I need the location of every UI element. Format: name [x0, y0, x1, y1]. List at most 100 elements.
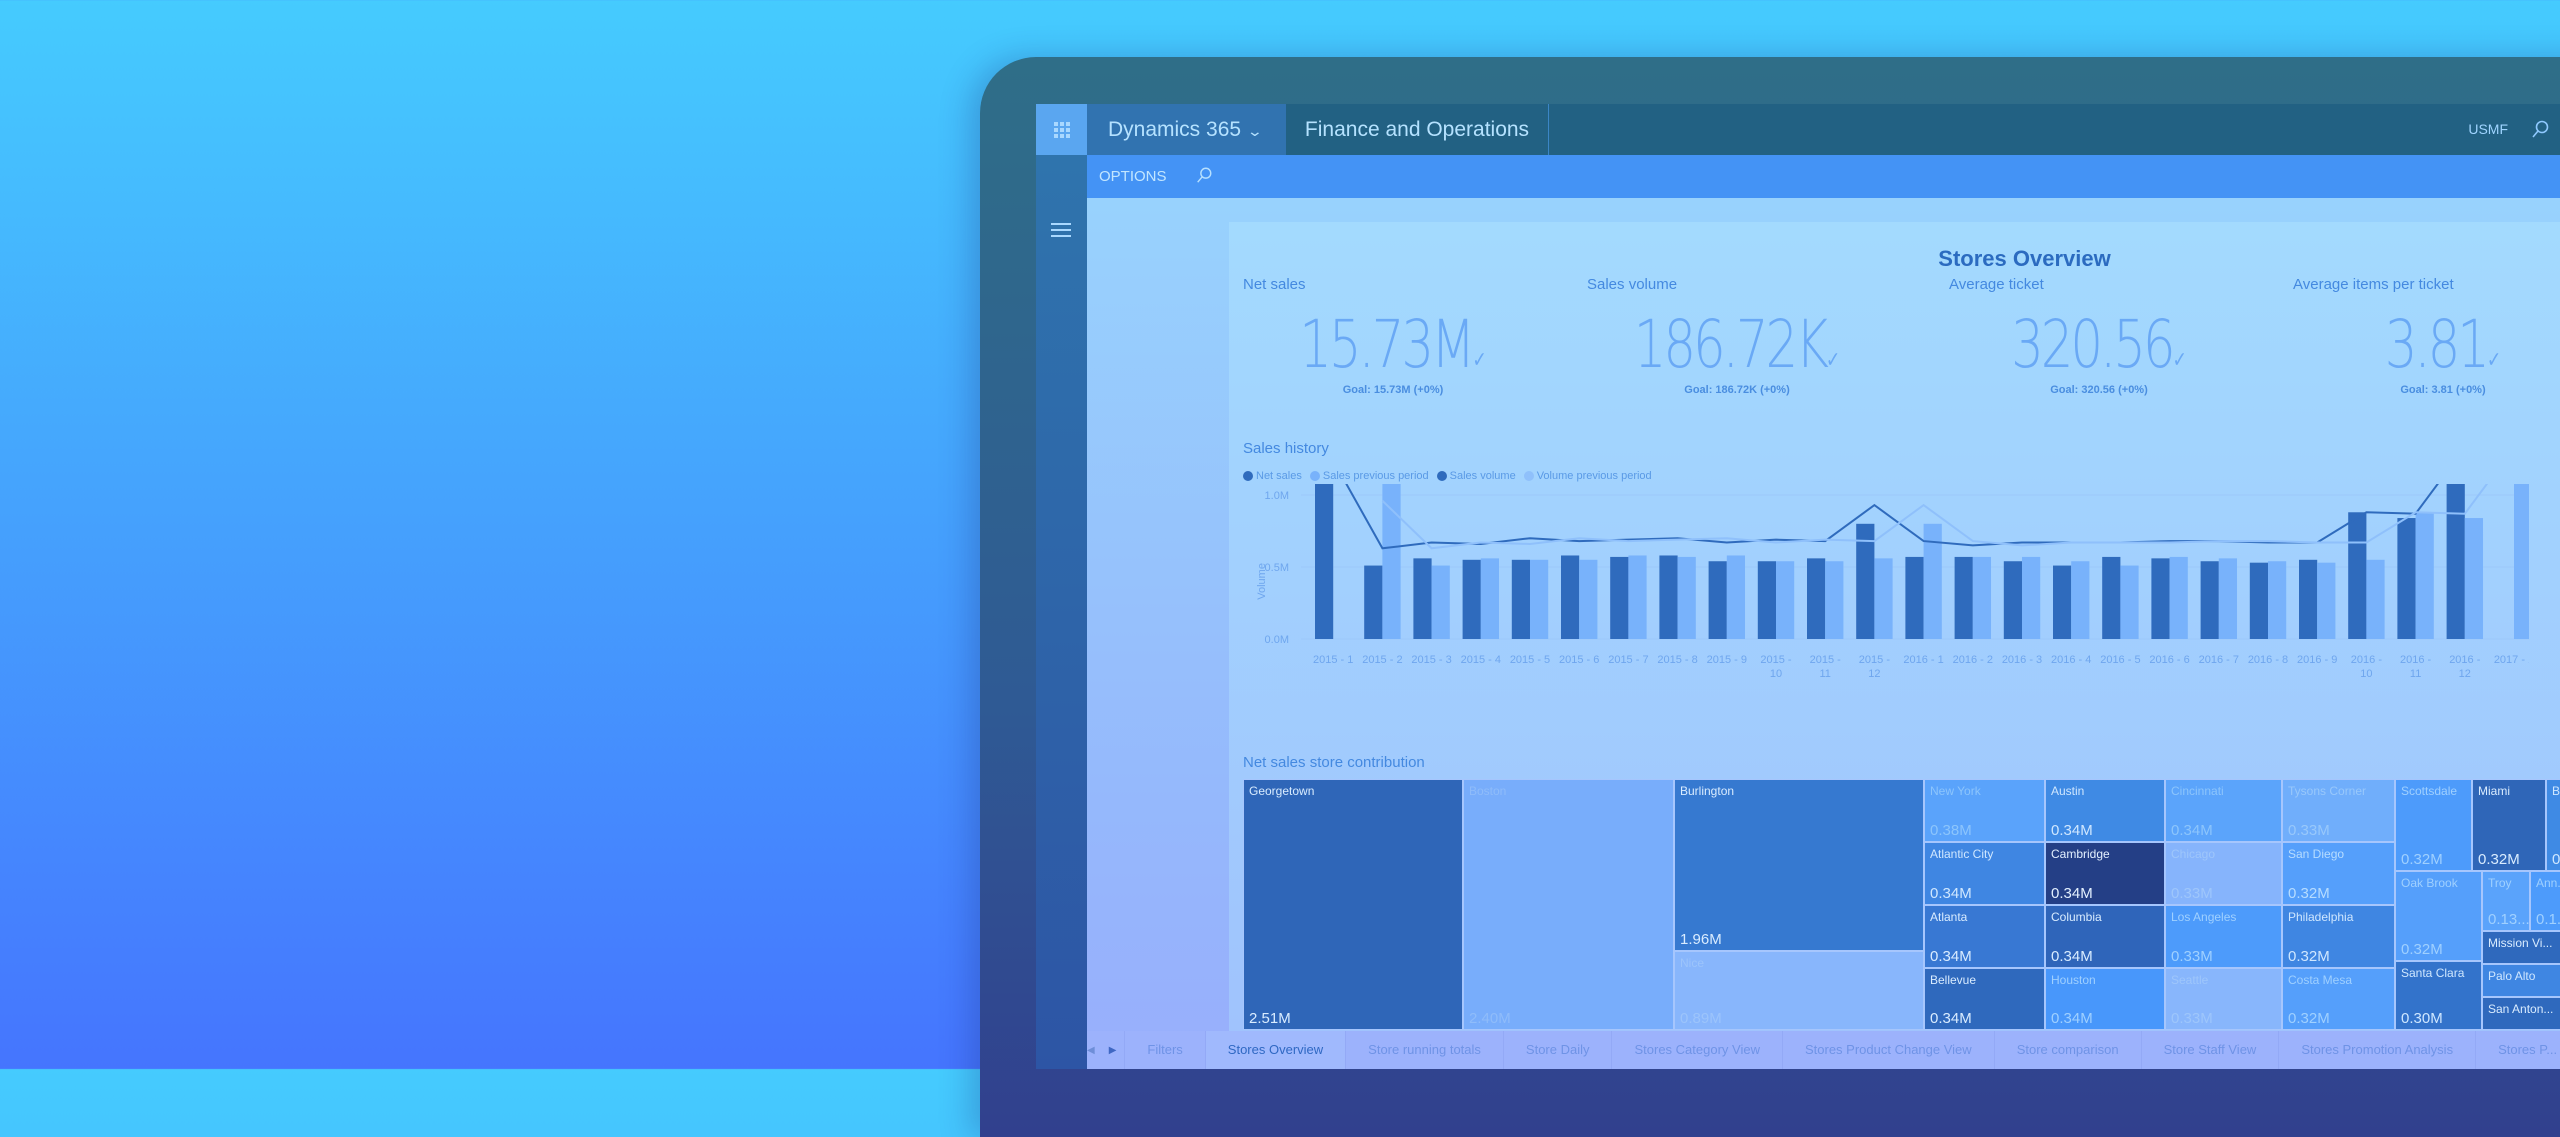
x-tick-label: 2016 - 7 — [2199, 654, 2239, 666]
x-tick-label: 2015 - 3 — [1411, 654, 1451, 666]
legend-dot-icon — [1436, 471, 1447, 481]
chart-legend: Net sales Sales previous period Sales volu… — [1243, 470, 1652, 482]
tab-scroll-arrows[interactable]: ◀ ▶ — [1087, 1045, 1124, 1056]
treemap-cell[interactable]: Columbia 0.34M — [2045, 905, 2165, 968]
store-net-sales: 0.33M — [2171, 885, 2213, 902]
treemap-cell[interactable]: Mission Vi... — [2482, 931, 2560, 964]
kpi-average-items-per-ticket[interactable]: Average items per ticket 3.81✓ Goal: 3.8… — [2293, 276, 2560, 396]
report-page-tab[interactable]: Stores Promotion Analysis — [2278, 1031, 2475, 1069]
store-net-sales: 0.34M — [2051, 822, 2093, 839]
kpi-value: 186.72K✓ — [1633, 306, 1841, 383]
treemap-cell[interactable]: Philadelphia 0.32M — [2282, 905, 2395, 968]
treemap-cell[interactable]: Palo Alto — [2482, 964, 2560, 997]
waffle-icon — [1053, 121, 1070, 138]
options-tab[interactable]: OPTIONS — [1099, 155, 1167, 198]
search-icon[interactable] — [1195, 166, 1213, 184]
treemap-cell[interactable]: Miami 0.32M — [2472, 779, 2546, 871]
check-icon: ✓ — [2172, 348, 2187, 373]
bar — [2268, 561, 2287, 639]
bar — [1511, 559, 1531, 639]
kpi-value: 320.56✓ — [2011, 306, 2187, 383]
x-tick-label: 2016 - 8 — [2248, 654, 2288, 666]
store-net-sales: 0.13... — [2488, 911, 2530, 928]
treemap-cell[interactable]: Cambridge 0.34M — [2045, 842, 2165, 905]
kpi-label: Average items per ticket — [2293, 276, 2454, 293]
x-tick-label: 10 — [1770, 668, 1782, 680]
x-tick-label: 12 — [1868, 668, 1880, 680]
report-page-tab[interactable]: Stores P... — [2475, 1031, 2560, 1069]
treemap-cell[interactable]: Houston 0.34M — [2045, 968, 2165, 1030]
bar — [1579, 559, 1598, 639]
report-page-tab[interactable]: Store comparison — [1993, 1031, 2141, 1069]
store-net-sales: 0.1... — [2536, 911, 2560, 928]
bar — [2464, 518, 2484, 639]
treemap-cell[interactable]: San Diego 0.32M — [2282, 842, 2395, 905]
legend-label: Net sales — [1256, 470, 1302, 482]
treemap-cell[interactable]: San Anton... — [2482, 997, 2560, 1030]
treemap-cell[interactable]: Atlanta 0.34M — [1924, 905, 2045, 968]
bar — [2446, 484, 2465, 639]
kpi-label: Sales volume — [1587, 276, 1678, 293]
store-name: Troy — [2488, 876, 2512, 890]
sales-history-chart[interactable]: 0.0M 0.5M 1.0M Volume 2015 - 1 2015 - 2 2015 -… — [1229, 484, 2529, 744]
company-picker[interactable]: USMF — [2468, 104, 2508, 155]
x-tick-label: 2015 - — [1810, 654, 1842, 666]
treemap-cell[interactable]: Troy 0.13... — [2482, 871, 2530, 931]
store-name: Mission Vi... — [2488, 936, 2553, 950]
store-contribution-treemap[interactable]: Georgetown 2.51M Boston 2.40M Burlington 1.96… — [1243, 779, 2560, 1030]
legend-item[interactable]: Sales volume — [1436, 470, 1516, 482]
treemap-cell[interactable]: Austin 0.34M — [2045, 779, 2165, 842]
kpi-net-sales[interactable]: Net sales 15.73M✓ Goal: 15.73M (+0%) — [1243, 276, 1583, 396]
treemap-cell[interactable]: Oak Brook 0.32M — [2395, 871, 2482, 961]
legend-item[interactable]: Sales previous period — [1309, 470, 1429, 482]
treemap-cell[interactable]: Cincinnati 0.34M — [2165, 779, 2282, 842]
report-page-tab[interactable]: Store running totals — [1345, 1031, 1503, 1069]
bar — [1561, 555, 1580, 639]
treemap-cell[interactable]: Georgetown 2.51M — [1243, 779, 1463, 1030]
report-page-tab[interactable]: Store Daily — [1502, 1031, 1612, 1069]
treemap-cell[interactable]: Ann... 0.1... — [2530, 871, 2560, 931]
chevron-down-icon: ⌄ — [1246, 123, 1264, 139]
module-name[interactable]: Finance and Operations — [1286, 104, 1549, 155]
store-name: Oak Brook — [2401, 876, 2458, 890]
treemap-cell[interactable]: Chicago 0.33M — [2165, 842, 2282, 905]
x-tick-label: 10 — [2360, 668, 2372, 680]
treemap-cell[interactable]: Seattle 0.33M — [2165, 968, 2282, 1030]
bar — [2022, 556, 2041, 639]
treemap-cell[interactable]: Los Angeles 0.33M — [2165, 905, 2282, 968]
report-page-tab[interactable]: Stores Category View — [1611, 1031, 1782, 1069]
store-net-sales: 0.89M — [1680, 1010, 1722, 1027]
report-page-tab[interactable]: Stores Product Change View — [1781, 1031, 1994, 1069]
treemap-cell[interactable]: New York 0.38M — [1924, 779, 2045, 842]
search-icon[interactable] — [2530, 119, 2550, 139]
hamburger-menu-icon[interactable] — [1051, 219, 1071, 241]
treemap-cell[interactable]: Burlington 1.96M — [1674, 779, 1924, 951]
kpi-value: 15.73M✓ — [1299, 306, 1487, 383]
treemap-cell[interactable]: B... 0... — [2546, 779, 2560, 871]
app-launcher-button[interactable] — [1036, 104, 1087, 155]
treemap-cell[interactable]: Tysons Corner 0.33M — [2282, 779, 2395, 842]
product-name: Dynamics 365 — [1108, 118, 1242, 141]
store-net-sales: 0.32M — [2478, 851, 2520, 868]
kpi-sales-volume[interactable]: Sales volume 186.72K✓ Goal: 186.72K (+0%… — [1587, 276, 1927, 396]
treemap-cell[interactable]: Scottsdale 0.32M — [2395, 779, 2472, 871]
treemap-cell[interactable]: Santa Clara 0.30M — [2395, 961, 2482, 1030]
legend-item[interactable]: Net sales — [1243, 470, 1302, 482]
product-switcher[interactable]: Dynamics 365 ⌄ — [1087, 104, 1286, 155]
kpi-label: Net sales — [1243, 276, 1306, 293]
report-page-tab[interactable]: Stores Overview — [1204, 1031, 1346, 1069]
treemap-cell[interactable]: Atlantic City 0.34M — [1924, 842, 2045, 905]
treemap-cell[interactable]: Bellevue 0.34M — [1924, 968, 2045, 1030]
store-net-sales: 0.33M — [2171, 948, 2213, 965]
kpi-average-ticket[interactable]: Average ticket 320.56✓ Goal: 320.56 (+0%… — [1949, 276, 2289, 396]
filters-tab[interactable]: Filters — [1124, 1031, 1204, 1069]
bar — [1776, 561, 1795, 639]
store-name: Atlantic City — [1930, 847, 1994, 861]
treemap-cell[interactable]: Boston 2.40M — [1463, 779, 1674, 1030]
treemap-cell[interactable]: Nice 0.89M — [1674, 951, 1924, 1030]
legend-item[interactable]: Volume previous period — [1523, 470, 1652, 482]
store-net-sales: 2.40M — [1469, 1010, 1511, 1027]
store-name: Columbia — [2051, 910, 2102, 924]
report-page-tab[interactable]: Store Staff View — [2140, 1031, 2279, 1069]
treemap-cell[interactable]: Costa Mesa 0.32M — [2282, 968, 2395, 1030]
